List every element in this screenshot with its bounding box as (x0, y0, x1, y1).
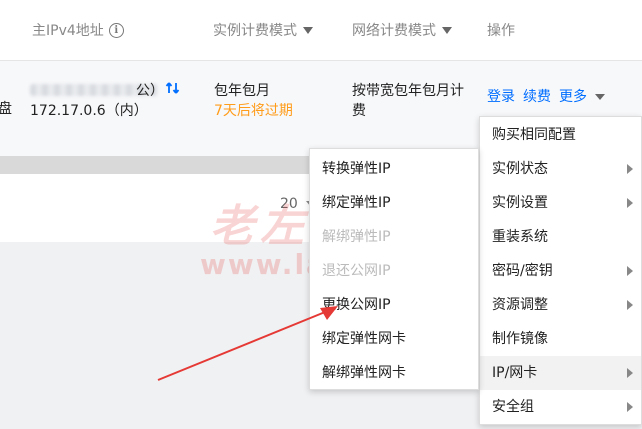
chevron-right-icon (627, 266, 633, 276)
chevron-right-icon (627, 198, 633, 208)
network-billing-line1: 按带宽包年包月计 (352, 83, 464, 99)
more-menu-item-label: 制作镜像 (492, 331, 548, 347)
filter-icon[interactable] (303, 26, 313, 34)
more-menu-item-label: 安全组 (492, 399, 534, 415)
annotation-arrow (157, 306, 338, 381)
filter-icon[interactable] (442, 26, 452, 34)
expire-note: 7天后将过期 (214, 103, 293, 119)
more-label: 更多 (559, 89, 587, 105)
swap-icon[interactable] (165, 80, 181, 96)
more-menu-item-label: 重装系统 (492, 229, 548, 245)
chevron-right-icon (627, 300, 633, 310)
network-billing-line2: 费 (352, 103, 366, 119)
table-header: 主IPv4地址 i 实例计费模式 网络计费模式 操作 (0, 0, 642, 61)
more-menu-item[interactable]: 制作镜像 (480, 322, 641, 356)
more-menu-item[interactable]: IP/网卡 (480, 356, 641, 390)
more-menu-item-label: 实例设置 (492, 195, 548, 211)
more-menu-item-label: 资源调整 (492, 297, 548, 313)
login-link[interactable]: 登录 (487, 86, 515, 106)
chevron-right-icon (627, 402, 633, 412)
ip-submenu-item-label: 转换弹性IP (322, 161, 391, 177)
more-menu-item-label: 购买相同配置 (492, 127, 576, 143)
more-menu-item[interactable]: 密码/密钥 (480, 254, 641, 288)
truncated-cell: 盘 (0, 101, 12, 117)
ip-submenu-item-label: 绑定弹性IP (322, 195, 391, 211)
more-menu-item[interactable]: 购买相同配置 (480, 118, 641, 152)
more-menu-item[interactable]: 资源调整 (480, 288, 641, 322)
ip-submenu-item: 解绑弹性IP (310, 220, 478, 254)
more-menu-item-label: IP/网卡 (492, 365, 538, 381)
ip-submenu-item[interactable]: 绑定弹性IP (310, 186, 478, 220)
header-network-billing-label: 网络计费模式 (352, 23, 436, 39)
more-menu-item-label: 密码/密钥 (492, 263, 553, 279)
more-menu-item-label: 实例状态 (492, 161, 548, 177)
header-ops: 操作 (487, 23, 515, 39)
renew-link[interactable]: 续费 (523, 86, 551, 106)
more-dropdown[interactable]: 更多 (559, 86, 605, 106)
ip-public-suffix: 公） (136, 83, 164, 99)
page-size-value: 20 (280, 196, 298, 212)
info-icon[interactable]: i (108, 22, 124, 38)
more-menu-item[interactable]: 实例状态 (480, 152, 641, 186)
chevron-down-icon (595, 94, 605, 100)
header-ipv4-label: 主IPv4地址 (32, 23, 104, 39)
ip-submenu-item-label: 解绑弹性IP (322, 229, 391, 245)
more-menu-item[interactable]: 安全组 (480, 390, 641, 424)
header-network-billing: 网络计费模式 (352, 20, 452, 40)
more-menu-item[interactable]: 重装系统 (480, 220, 641, 254)
header-ipv4: 主IPv4地址 i (32, 20, 124, 40)
ip-submenu-item-label: 退还公网IP (322, 263, 391, 279)
chevron-right-icon (627, 368, 633, 378)
chevron-right-icon (627, 164, 633, 174)
more-menu-item[interactable]: 实例设置 (480, 186, 641, 220)
ip-submenu-item[interactable]: 转换弹性IP (310, 152, 478, 186)
ip-private: 172.17.0.6（内） (30, 103, 148, 119)
instance-billing-value: 包年包月 (214, 83, 270, 99)
ip-submenu-item: 退还公网IP (310, 254, 478, 288)
header-instance-billing-label: 实例计费模式 (213, 23, 297, 39)
more-menu: 购买相同配置 实例状态实例设置重装系统密码/密钥资源调整制作镜像 IP/网卡安全组 (479, 116, 642, 425)
header-instance-billing: 实例计费模式 (213, 20, 313, 40)
